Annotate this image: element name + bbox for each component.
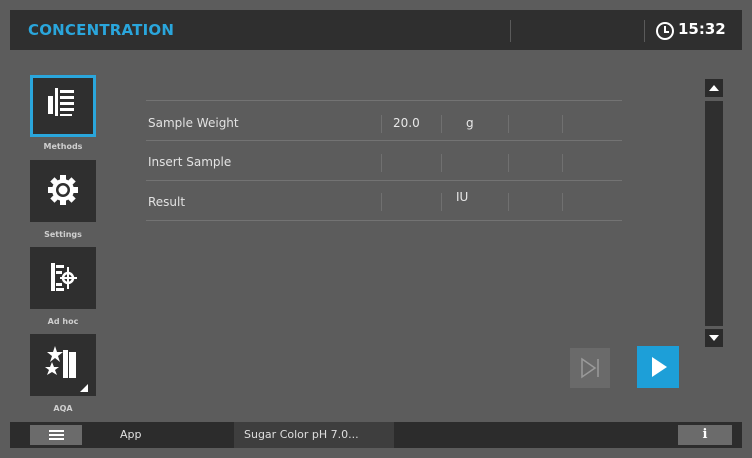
method-name: Sugar Color pH 7.0... — [244, 428, 359, 441]
scroll-down-button[interactable] — [705, 329, 723, 347]
sidebar-item-settings[interactable] — [30, 160, 96, 222]
sidebar-item-label: Methods — [43, 142, 83, 151]
scrollbar-track[interactable] — [705, 101, 723, 326]
sample-weight-value: 20.0 — [393, 116, 420, 130]
info-icon: i — [702, 427, 708, 442]
title-divider — [510, 20, 511, 42]
table-divider — [146, 220, 622, 221]
bottom-bar: App Sugar Color pH 7.0... i — [10, 422, 742, 448]
gear-icon — [48, 175, 78, 205]
sidebar-item-label: Settings — [44, 230, 82, 239]
row-label-insert-sample: Insert Sample — [148, 155, 232, 169]
app-label: App — [120, 428, 142, 441]
title-bar: CONCENTRATION 15:32 — [10, 10, 742, 50]
clock-icon — [656, 22, 674, 40]
method-tab[interactable]: Sugar Color pH 7.0... — [234, 422, 394, 448]
page-title: CONCENTRATION — [28, 21, 175, 39]
table-divider — [146, 140, 622, 141]
sidebar-item-ad-hoc[interactable] — [30, 247, 96, 309]
start-button[interactable] — [637, 346, 679, 388]
scroll-up-button[interactable] — [705, 79, 723, 97]
row-label-sample-weight: Sample Weight — [148, 116, 239, 130]
row-label-result: Result — [148, 195, 186, 209]
title-divider — [644, 20, 645, 42]
sidebar-item-aqa[interactable] — [30, 334, 96, 396]
sample-weight-unit: g — [466, 116, 474, 130]
menu-button[interactable] — [30, 425, 82, 445]
aqa-icon — [45, 346, 88, 392]
sidebar-item-label: Ad hoc — [47, 317, 79, 326]
clock-time: 15:32 — [678, 20, 726, 38]
hamburger-icon — [49, 430, 64, 432]
skip-icon — [581, 357, 599, 379]
result-unit: IU — [456, 190, 469, 204]
sidebar-item-label: AQA — [53, 404, 73, 413]
table-divider — [146, 100, 622, 101]
ad-hoc-icon — [51, 263, 77, 291]
methods-icon — [48, 88, 74, 116]
sidebar-item-methods[interactable] — [30, 75, 96, 137]
info-button[interactable]: i — [678, 425, 732, 445]
table-divider — [146, 180, 622, 181]
skip-button[interactable] — [570, 348, 610, 388]
